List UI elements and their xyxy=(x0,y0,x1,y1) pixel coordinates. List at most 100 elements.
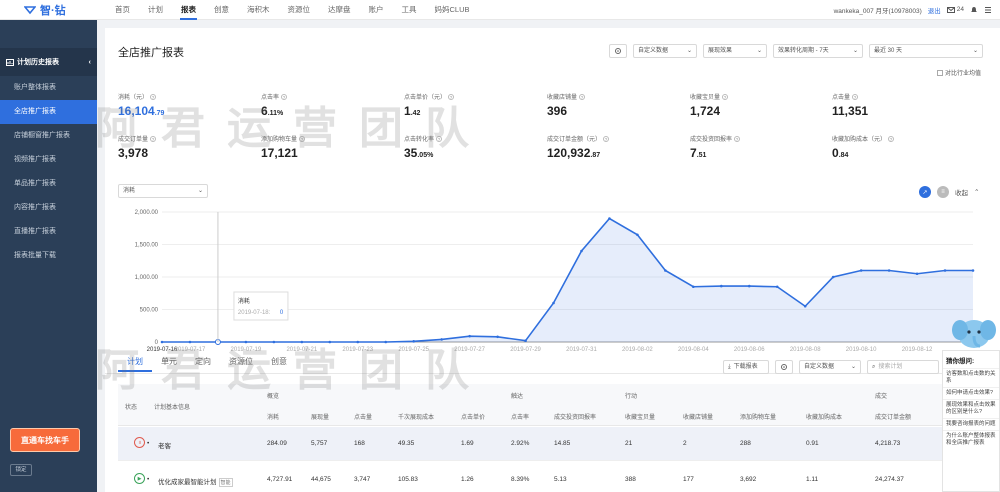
help-question[interactable]: 为什么账户整体报表和全店推广报表 xyxy=(943,430,999,449)
help-icon[interactable]: ? xyxy=(603,135,610,142)
settings-button[interactable] xyxy=(609,44,627,58)
tab-item[interactable]: 定向 xyxy=(186,352,220,372)
help-icon[interactable]: ? xyxy=(448,93,455,100)
data-point[interactable] xyxy=(412,340,415,343)
data-point[interactable] xyxy=(775,285,779,289)
line-chart-icon[interactable]: ↗ xyxy=(919,186,931,198)
data-point[interactable] xyxy=(496,335,499,339)
effect-select[interactable]: 展现效果 ⌄ xyxy=(703,44,767,58)
metric-card[interactable]: 点击量? 11,351 xyxy=(832,92,972,118)
metric-card[interactable]: 收藏店铺量? 396 xyxy=(547,92,687,118)
collapse-chart-button[interactable]: 收起 xyxy=(955,187,968,197)
play-icon[interactable]: ▶ xyxy=(134,473,145,484)
help-icon[interactable]: ? xyxy=(734,135,741,142)
metric-card[interactable]: 收藏宝贝量? 1,724 xyxy=(690,92,830,118)
table-column-header[interactable]: 成交订单金额 xyxy=(875,412,911,421)
table-column-header[interactable]: 成交投资回报率 xyxy=(554,412,596,421)
metric-card[interactable]: 消耗（元）? 16,104.79 xyxy=(118,92,258,118)
nav-item[interactable]: 工具 xyxy=(393,0,426,20)
sidebar-item[interactable]: 全店推广报表 xyxy=(0,100,97,124)
metric-card[interactable]: 点击转化率? 35.05% xyxy=(404,134,544,160)
nav-item[interactable]: 计划 xyxy=(139,0,172,20)
download-report-button[interactable]: ⤓ 下载报表 xyxy=(723,360,769,374)
help-icon[interactable]: ? xyxy=(852,93,859,100)
data-point[interactable] xyxy=(859,269,863,272)
table-column-header[interactable]: 收藏宝贝量 xyxy=(625,412,655,421)
metric-card[interactable]: 添加购物车量? 17,121 xyxy=(261,134,401,160)
data-point[interactable] xyxy=(300,340,304,344)
data-point[interactable] xyxy=(328,340,332,344)
help-icon[interactable]: ? xyxy=(150,93,157,100)
table-column-header[interactable]: 添加购物车量 xyxy=(740,412,776,421)
data-point[interactable] xyxy=(971,269,975,272)
compare-checkbox[interactable] xyxy=(937,69,943,76)
data-point[interactable] xyxy=(580,249,583,253)
help-question[interactable]: 我要咨询报表的问题 xyxy=(943,418,999,430)
table-column-header[interactable]: 千次展现成本 xyxy=(398,412,434,421)
table-column-header[interactable]: 收藏店铺量 xyxy=(683,412,713,421)
help-icon[interactable]: ? xyxy=(722,93,729,100)
help-icon[interactable]: ? xyxy=(579,93,586,100)
conversion-period-select[interactable]: 效果转化周期 - 7天 ⌄ xyxy=(773,44,863,58)
chart-metric-select[interactable]: 消耗 ⌄ xyxy=(118,184,208,198)
data-point[interactable] xyxy=(636,233,639,237)
help-icon[interactable]: ? xyxy=(281,93,288,100)
nav-item[interactable]: 海积木 xyxy=(238,0,279,20)
custom-data-select[interactable]: 自定义数据 ⌄ xyxy=(633,44,697,58)
sidebar-item[interactable]: 报表批量下载 xyxy=(0,244,97,268)
nav-item[interactable]: 创意 xyxy=(205,0,238,20)
table-settings-button[interactable] xyxy=(775,360,793,374)
data-point[interactable] xyxy=(524,339,527,342)
plan-name[interactable]: 优化成家最智能计划 xyxy=(158,479,217,486)
plan-name[interactable]: 老客 xyxy=(158,443,171,450)
data-point[interactable] xyxy=(803,304,807,308)
data-point[interactable] xyxy=(552,301,555,305)
menu-icon[interactable] xyxy=(984,6,992,14)
nav-item[interactable]: 报表 xyxy=(172,0,205,20)
data-point[interactable] xyxy=(915,272,919,276)
help-question[interactable]: 访客数和点击数的关系 xyxy=(943,368,999,387)
sidebar-item[interactable]: 账户整体报表 xyxy=(0,76,97,100)
sidebar-heading[interactable]: 计划历史报表 ‹ xyxy=(0,48,97,76)
pause-icon[interactable]: ॥ xyxy=(134,437,145,448)
table-column-header[interactable]: 收藏加购成本 xyxy=(806,412,842,421)
bell-icon[interactable] xyxy=(970,6,978,14)
data-point[interactable] xyxy=(356,340,360,344)
table-row[interactable]: ॥ • 老客 284.09 5,757 168 49.35 1.69 2.92% 14.85 21 2… xyxy=(118,427,1000,461)
search-plan-input[interactable]: ⌕ 搜索计划 xyxy=(867,360,939,374)
metric-card[interactable]: 收藏加购成本（元）? 0.84 xyxy=(832,134,972,160)
mail-button[interactable]: 24 xyxy=(946,6,964,13)
data-point[interactable] xyxy=(831,275,835,279)
data-point[interactable] xyxy=(244,340,248,344)
data-point[interactable] xyxy=(943,269,947,272)
sidebar-item[interactable]: 内容推广报表 xyxy=(0,196,97,220)
data-point[interactable] xyxy=(440,338,443,341)
table-custom-data-select[interactable]: 自定义数据 ⌄ xyxy=(799,360,861,374)
nav-item[interactable]: 资源位 xyxy=(279,0,320,20)
data-point[interactable] xyxy=(160,340,164,344)
logo[interactable]: 智·钻 xyxy=(0,0,96,20)
data-point[interactable] xyxy=(608,217,611,220)
list-view-icon[interactable]: ≡ xyxy=(937,186,949,198)
tab-item[interactable]: 单元 xyxy=(152,352,186,372)
data-point[interactable] xyxy=(692,285,695,289)
sidebar-item[interactable]: 视频推广报表 xyxy=(0,148,97,172)
data-point[interactable] xyxy=(272,340,276,344)
lock-button[interactable]: 锁定 xyxy=(10,464,32,476)
nav-item[interactable]: 妈妈CLUB xyxy=(426,0,479,20)
metric-card[interactable]: 点击率? 6.11% xyxy=(261,92,401,118)
help-icon[interactable]: ? xyxy=(299,135,306,142)
logout-link[interactable]: 退出 xyxy=(928,5,941,15)
more-icon[interactable]: • xyxy=(147,440,149,447)
help-icon[interactable]: ? xyxy=(150,135,157,142)
tab-item[interactable]: 计划 xyxy=(118,352,152,372)
metric-card[interactable]: 点击单价（元）? 1.42 xyxy=(404,92,544,118)
promo-button[interactable]: 直通车找车手 xyxy=(10,428,80,452)
data-point[interactable] xyxy=(887,269,891,272)
nav-item[interactable]: 首页 xyxy=(106,0,139,20)
data-point[interactable] xyxy=(747,284,751,288)
help-question[interactable]: 如何申请点击效果? xyxy=(943,387,999,399)
table-column-header[interactable]: 展现量 xyxy=(311,412,329,421)
metric-card[interactable]: 成交订单金额（元）? 120,932.87 xyxy=(547,134,687,160)
metric-card[interactable]: 成交投资回报率? 7.51 xyxy=(690,134,830,160)
